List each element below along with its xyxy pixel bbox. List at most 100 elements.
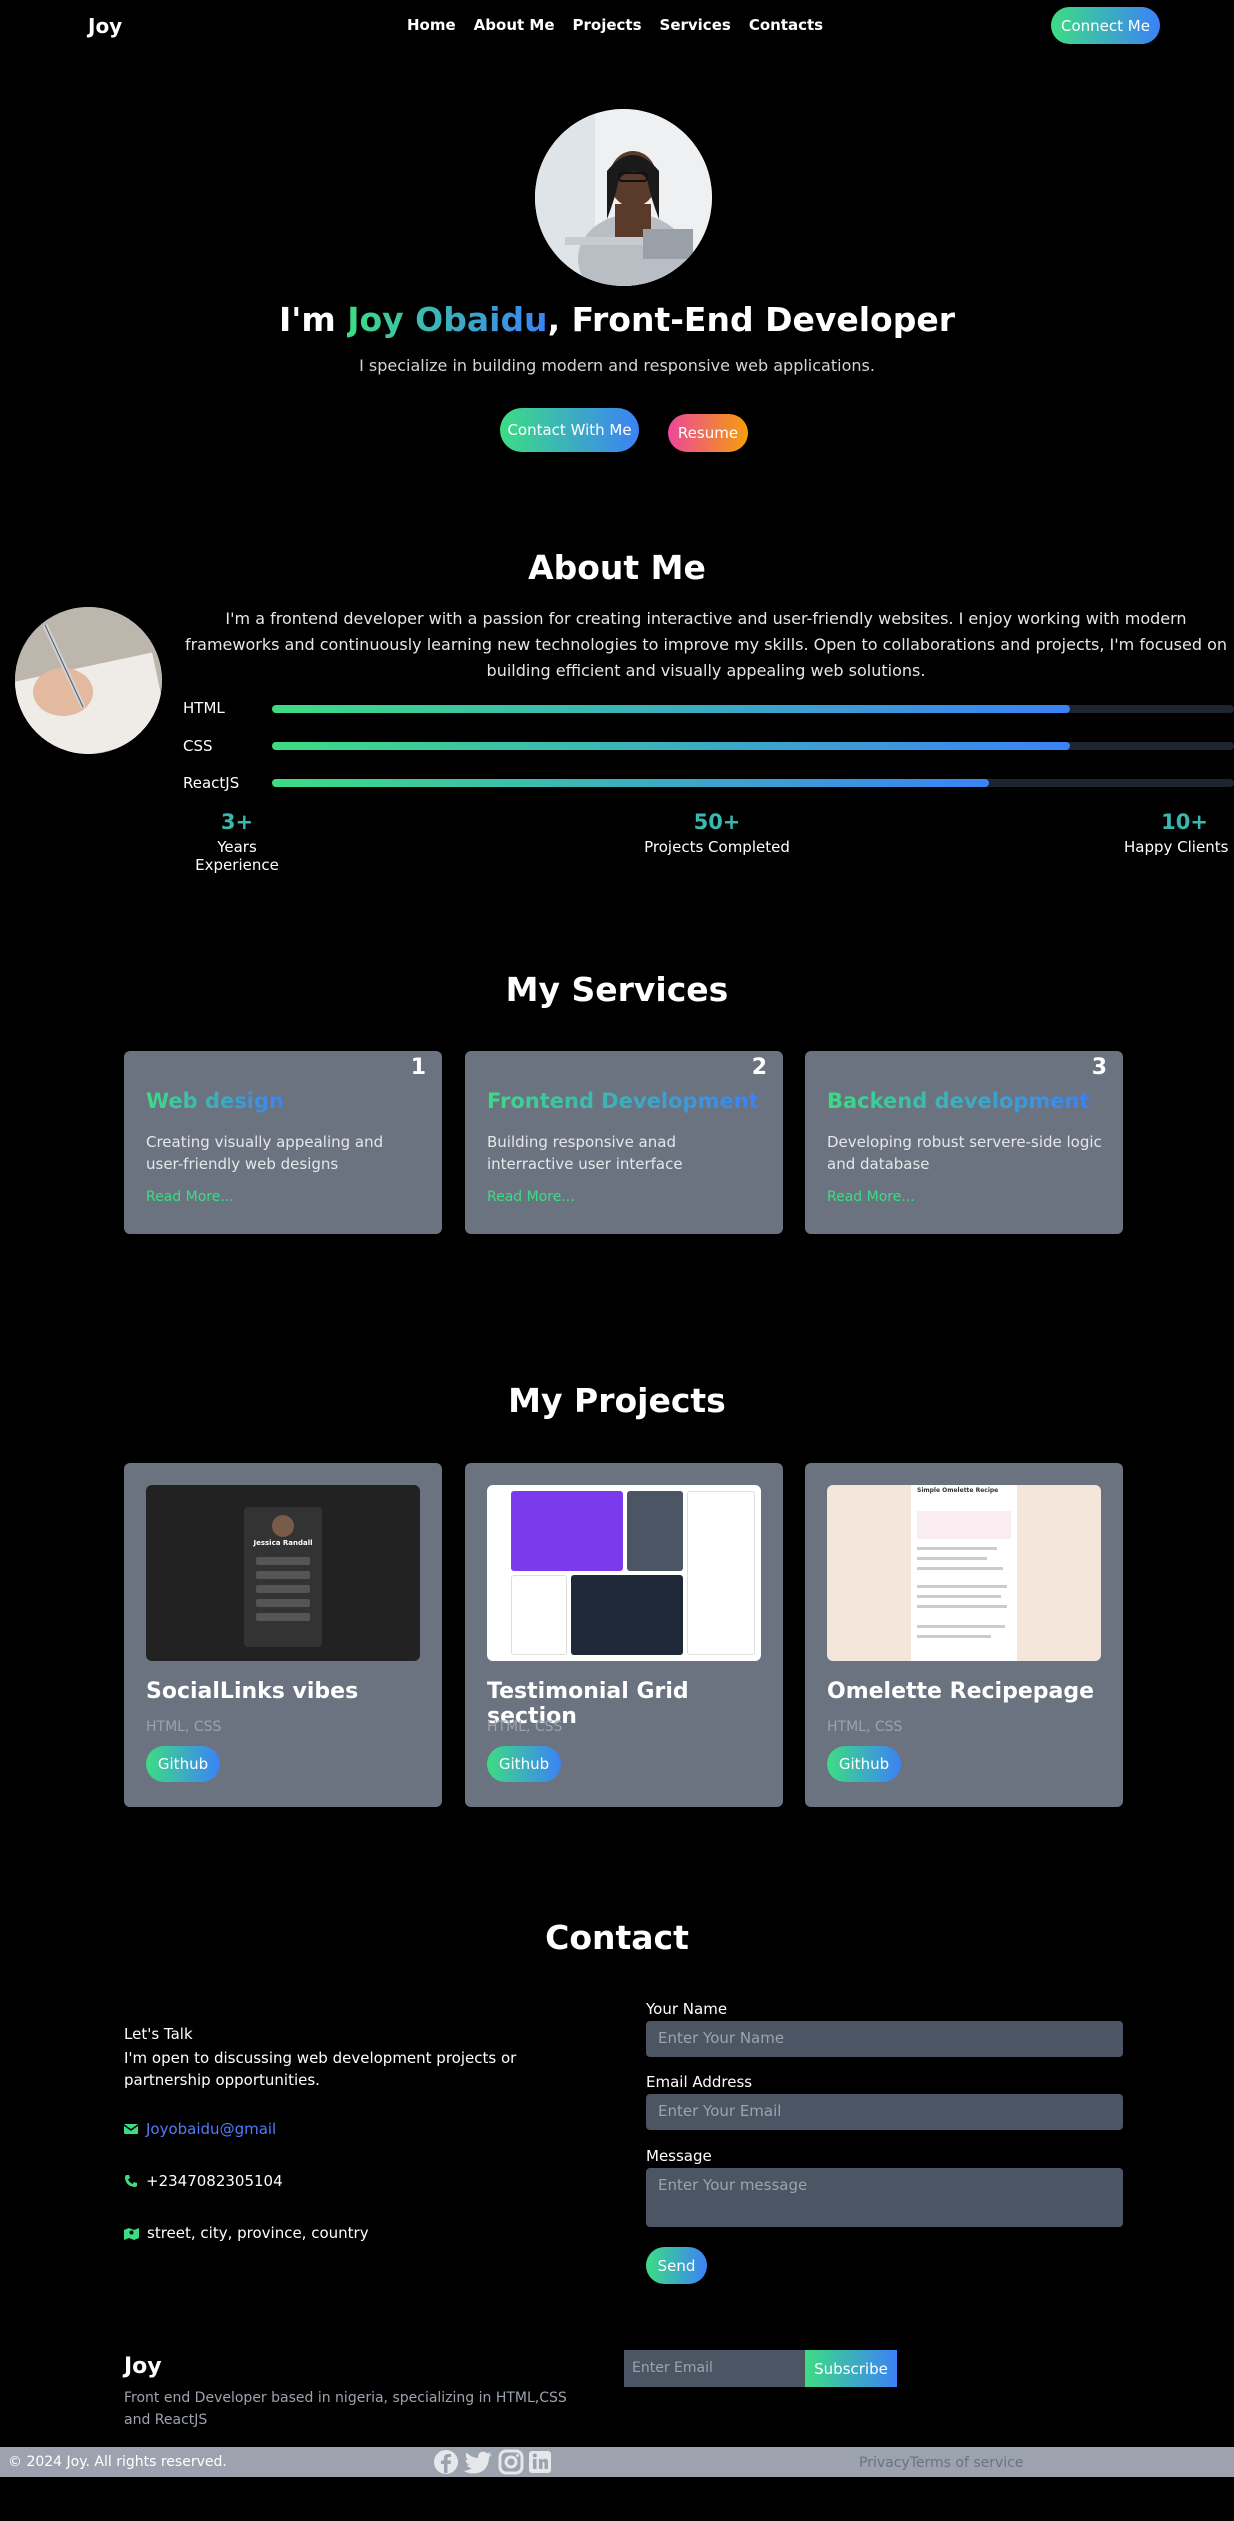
- thumb-recipe-page: Simple Omelette Recipe: [911, 1485, 1017, 1661]
- subscribe-button[interactable]: Subscribe: [805, 2350, 897, 2387]
- lets-talk-title: Let's Talk: [124, 2025, 193, 2043]
- skill-fill-css: [272, 742, 1071, 750]
- contact-phone-text: +2347082305104: [146, 2172, 283, 2190]
- nav-links: Home About Me Projects Services Contacts: [398, 16, 832, 34]
- service-description: Creating visually appealing and user-fri…: [146, 1133, 384, 1173]
- thumb-link: [256, 1599, 310, 1607]
- contact-email[interactable]: Joyobaidu@gmail: [124, 2120, 276, 2138]
- service-number: 2: [751, 1055, 767, 1080]
- name-label: Your Name: [646, 2000, 728, 2018]
- project-tech: HTML, CSS: [827, 1719, 903, 1735]
- thumb-link: [256, 1557, 310, 1565]
- thumb-link: [256, 1613, 310, 1621]
- project-tech: HTML, CSS: [487, 1719, 563, 1735]
- thumb-recipe-line: [917, 1557, 987, 1560]
- contact-address: street, city, province, country: [124, 2224, 369, 2242]
- contact-title: Contact: [545, 1918, 689, 1957]
- instagram-icon[interactable]: [496, 2449, 526, 2475]
- about-title: About Me: [528, 548, 706, 587]
- hero-prefix: I'm: [278, 300, 348, 339]
- connect-me-button[interactable]: Connect Me: [1051, 7, 1160, 44]
- nav-link-home[interactable]: Home: [407, 16, 456, 34]
- service-title: Backend development: [827, 1089, 1090, 1113]
- thumb-recipe-line: [917, 1567, 1003, 1570]
- stat-years-label: Years Experience: [195, 838, 279, 874]
- read-more-link[interactable]: Read More...: [827, 1189, 915, 1205]
- skill-label-css: CSS: [183, 737, 213, 755]
- nav-link-services[interactable]: Services: [660, 16, 731, 34]
- project-card-testimonial: Testimonial Grid section HTML, CSS Githu…: [465, 1463, 783, 1807]
- hero-suffix: , Front-End Developer: [547, 300, 956, 339]
- thumb-recipe-box: [917, 1511, 1011, 1539]
- bottom-bar: © 2024 Joy. All rights reserved. Privacy…: [0, 2447, 1234, 2477]
- linkedin-icon[interactable]: [526, 2449, 554, 2475]
- terms-link[interactable]: Terms of service: [910, 2455, 1024, 2471]
- service-title: Web design: [146, 1089, 284, 1113]
- thumb-gray-card: [627, 1491, 683, 1571]
- social-icons: [432, 2449, 554, 2475]
- name-input[interactable]: Enter Your Name: [646, 2021, 1123, 2057]
- github-button[interactable]: Github: [827, 1746, 901, 1782]
- hero-name: Joy Obaidu: [347, 300, 548, 339]
- thumb-recipe-line: [917, 1635, 991, 1638]
- stat-years: 3+ Years Experience: [176, 810, 298, 874]
- map-icon: [124, 2227, 139, 2240]
- thumb-recipe-line: [917, 1595, 1001, 1598]
- about-text: I'm a frontend developer with a passion …: [184, 609, 1228, 680]
- skill-fill-html: [272, 705, 1071, 713]
- github-button[interactable]: Github: [146, 1746, 220, 1782]
- hero-subtitle: I specialize in building modern and resp…: [359, 356, 875, 375]
- lets-talk-text: I'm open to discussing web development p…: [124, 2049, 517, 2089]
- hero-heading: I'm Joy Obaidu, Front-End Developer: [0, 300, 1234, 339]
- project-thumbnail: [487, 1485, 761, 1661]
- thumb-white-card: [687, 1491, 755, 1655]
- project-title: SocialLinks vibes: [146, 1679, 359, 1704]
- nav-link-contacts[interactable]: Contacts: [749, 16, 823, 34]
- service-number: 3: [1091, 1055, 1107, 1080]
- privacy-link[interactable]: Privacy: [859, 2455, 910, 2471]
- stat-clients: 10+ Happy Clients: [1124, 810, 1234, 856]
- project-card-sociallinks: Jessica Randall SocialLinks vibes HTML, …: [124, 1463, 442, 1807]
- email-label: Email Address: [646, 2073, 753, 2091]
- about-image: [15, 607, 162, 754]
- message-textarea[interactable]: Enter Your message: [646, 2168, 1123, 2227]
- read-more-link[interactable]: Read More...: [487, 1189, 575, 1205]
- facebook-icon[interactable]: [432, 2449, 460, 2475]
- nav-logo[interactable]: Joy: [88, 14, 122, 38]
- email-input[interactable]: Enter Your Email: [646, 2094, 1123, 2130]
- thumb-link: [256, 1585, 310, 1593]
- footer-email-input[interactable]: Enter Email: [624, 2350, 805, 2387]
- nav-link-projects[interactable]: Projects: [573, 16, 642, 34]
- service-card-backend: 3 Backend development Developing robust …: [805, 1051, 1123, 1234]
- resume-button[interactable]: Resume: [668, 414, 748, 452]
- service-card-frontend: 2 Frontend Development Building responsi…: [465, 1051, 783, 1234]
- twitter-icon[interactable]: [460, 2449, 496, 2475]
- contact-email-text[interactable]: Joyobaidu@gmail: [146, 2120, 276, 2138]
- read-more-link[interactable]: Read More...: [146, 1189, 234, 1205]
- thumb-profile-card: Jessica Randall: [244, 1507, 322, 1647]
- developer-portrait-image: [535, 109, 712, 286]
- thumb-recipe-title: Simple Omelette Recipe: [917, 1487, 999, 1494]
- skill-fill-reactjs: [272, 779, 989, 787]
- send-button[interactable]: Send: [646, 2247, 707, 2284]
- writing-hand-image: [15, 607, 162, 754]
- nav-link-about[interactable]: About Me: [474, 16, 555, 34]
- project-thumbnail: Jessica Randall: [146, 1485, 420, 1661]
- thumb-recipe-line: [917, 1547, 997, 1550]
- service-description: Developing robust servere-side logic and…: [827, 1133, 1102, 1173]
- project-thumbnail: Simple Omelette Recipe: [827, 1485, 1101, 1661]
- service-number: 1: [410, 1055, 426, 1080]
- thumb-recipe-line: [917, 1605, 1007, 1608]
- stat-clients-value: 10+: [1161, 810, 1208, 834]
- footer-description: Front end Developer based in nigeria, sp…: [124, 2390, 567, 2428]
- stat-projects-label: Projects Completed: [644, 838, 790, 856]
- projects-title: My Projects: [508, 1381, 726, 1420]
- service-title: Frontend Development: [487, 1089, 759, 1113]
- stat-years-value: 3+: [220, 810, 254, 834]
- contact-with-me-button[interactable]: Contact With Me: [500, 408, 639, 452]
- github-button[interactable]: Github: [487, 1746, 561, 1782]
- thumb-recipe-line: [917, 1625, 1005, 1628]
- contact-address-text: street, city, province, country: [147, 2224, 369, 2242]
- copyright-text: © 2024 Joy. All rights reserved.: [8, 2454, 227, 2470]
- footer-logo: Joy: [124, 2354, 162, 2379]
